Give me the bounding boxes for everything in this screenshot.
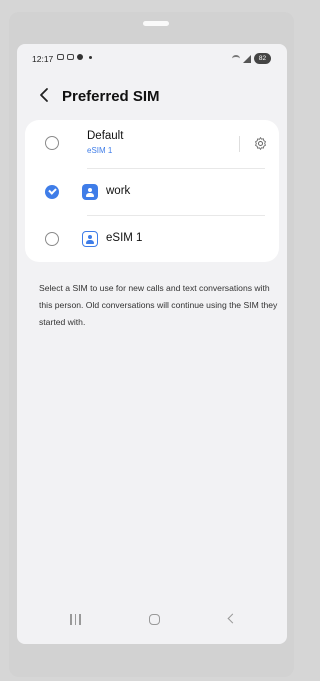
- notification-icon: [57, 54, 64, 60]
- description-text: Select a SIM to use for new calls and te…: [39, 283, 278, 327]
- speaker-slot: [143, 21, 169, 26]
- sim-option-title: work: [106, 185, 131, 197]
- cast-icon: [67, 54, 74, 60]
- sim-option-esim1[interactable]: eSIM 1: [25, 216, 279, 262]
- record-icon: [77, 54, 83, 60]
- system-icons: 82: [232, 53, 271, 64]
- signal-icon: [243, 54, 251, 63]
- vertical-divider: [239, 136, 240, 152]
- person-icon: [86, 234, 94, 244]
- navigation-bar: [17, 604, 287, 634]
- notification-icons: [57, 54, 92, 60]
- recents-icon[interactable]: [70, 614, 82, 625]
- more-notifications-icon: [89, 55, 92, 59]
- sim-badge-icon: [82, 231, 98, 247]
- sim-option-default[interactable]: Default eSIM 1: [25, 120, 279, 166]
- back-chevron-icon[interactable]: [37, 86, 53, 104]
- page-title: Preferred SIM: [62, 88, 160, 105]
- sim-option-title: Default: [87, 130, 124, 142]
- phone-screen: 12:17 82 Preferred SIM Default eSIM 1 wo…: [17, 44, 287, 644]
- sim-options-card: Default eSIM 1 work eSIM 1: [25, 120, 279, 262]
- nav-back-icon[interactable]: [227, 613, 238, 624]
- app-header: Preferred SIM: [17, 82, 287, 110]
- person-icon: [86, 187, 94, 197]
- wifi-icon: [232, 55, 240, 62]
- sim-option-subtitle: eSIM 1: [87, 146, 113, 155]
- status-bar: 12:17 82: [17, 44, 287, 74]
- sim-option-work[interactable]: work: [25, 169, 279, 215]
- radio-work[interactable]: [45, 185, 59, 199]
- sim-option-title: eSIM 1: [106, 232, 143, 244]
- battery-icon: 82: [254, 53, 271, 64]
- home-icon[interactable]: [149, 614, 160, 625]
- gear-icon[interactable]: [253, 136, 268, 151]
- sim-badge-icon: [82, 184, 98, 200]
- radio-default[interactable]: [45, 136, 59, 150]
- radio-esim1[interactable]: [45, 232, 59, 246]
- status-time: 12:17: [32, 54, 54, 64]
